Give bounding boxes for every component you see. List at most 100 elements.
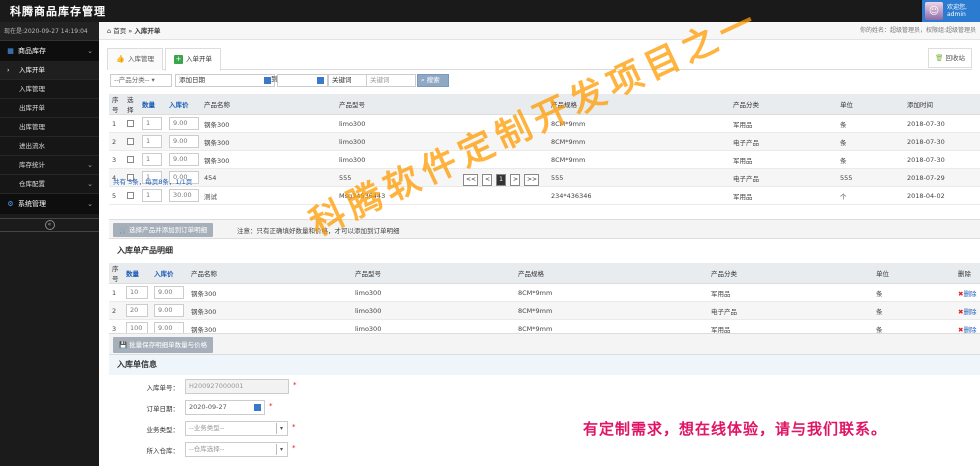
cart-icon: 🛒 <box>119 226 128 234</box>
page-last[interactable]: >> <box>524 174 539 186</box>
price-input[interactable]: 9.00 <box>154 286 184 299</box>
sidebar-item-stock-in-manage[interactable]: 入库管理 <box>0 80 99 99</box>
product-category: 电子产品 <box>708 301 873 320</box>
app-title: 科腾商品库存管理 <box>10 5 106 18</box>
order-info-title: 入库单信息 <box>117 360 157 369</box>
product-unit: 条 <box>837 150 904 169</box>
price-input[interactable]: 9.00 <box>169 153 199 166</box>
chevron-down-icon: ▾ <box>276 423 286 434</box>
sidebar-item-stock-out-order[interactable]: 出库开单 <box>0 99 99 118</box>
sidebar-item-stock-out-manage[interactable]: 出库管理 <box>0 118 99 137</box>
row-checkbox[interactable] <box>127 120 134 127</box>
tab-stock-in-manage[interactable]: 👍 入库管理 <box>107 48 163 70</box>
tab-stock-in-order[interactable]: + 入单开单 <box>165 48 221 71</box>
keyword-input[interactable]: 关键词 <box>366 74 416 87</box>
qty-input[interactable]: 1 <box>142 153 162 166</box>
add-to-order-button[interactable]: 🛒 选择产品并添加到订单明细 <box>113 223 214 237</box>
price-input[interactable]: 9.00 <box>154 304 184 317</box>
product-category: 军用品 <box>708 283 873 302</box>
calendar-icon <box>317 77 324 84</box>
table-row: 1 10 9.00 钢条300 limo300 8CM*9mm 军用品条 ✖删除 <box>109 283 980 302</box>
breadcrumb-home[interactable]: 首页 <box>113 27 126 35</box>
product-date: 2018-07-30 <box>904 150 980 169</box>
delete-button[interactable]: ✖删除 <box>958 290 976 298</box>
promo-text: 有定制需求，想在线体验，请与我们联系。 <box>583 420 888 438</box>
product-category: 电子产品 <box>730 132 837 151</box>
user-role-info: 你的姓名：超级管理员，权限组:超级管理员 <box>859 27 976 34</box>
price-input[interactable]: 9.00 <box>169 135 199 148</box>
detail-title: 入库单产品明细 <box>117 246 173 255</box>
user-panel[interactable]: ☺ 欢迎您, admin <box>922 0 980 22</box>
row-no: 5 <box>109 186 124 205</box>
product-date: 2018-07-30 <box>904 132 980 151</box>
product-spec: 234*436346 <box>548 186 730 205</box>
chevron-down-icon: ▾ <box>276 444 286 455</box>
sidebar-item-stock-in-order[interactable]: 入库开单 <box>0 61 99 80</box>
batch-save-button[interactable]: 💾 批量保存明细单数量与价格 <box>113 337 214 353</box>
gear-icon: ⚙ <box>7 200 14 208</box>
sidebar-item-warehouse[interactable]: 仓库配置 ⌄ <box>0 175 99 194</box>
order-date-field[interactable]: 2020-09-27 <box>185 400 265 415</box>
product-date: 2018-07-30 <box>904 114 980 133</box>
price-input[interactable]: 30.00 <box>169 189 199 202</box>
biz-type-select[interactable]: --业务类型-- ▾ <box>185 421 288 436</box>
product-unit: 条 <box>873 301 955 320</box>
product-category: 军用品 <box>730 114 837 133</box>
search-icon: ⌕ <box>421 76 425 84</box>
recycle-button[interactable]: 🗑 回收站 <box>928 48 972 68</box>
row-checkbox[interactable] <box>127 156 134 163</box>
product-name: 钢条300 <box>201 150 336 169</box>
qty-input[interactable]: 1 <box>142 135 162 148</box>
date-start-field[interactable]: 添加日期 <box>175 74 275 87</box>
product-spec: 8CM*9mm <box>515 283 708 302</box>
warehouse-row: 所入仓库： --仓库选择-- ▾ * <box>146 442 296 457</box>
search-button[interactable]: ⌕ 搜索 <box>417 74 449 87</box>
product-spec: 8CM*9mm <box>515 301 708 320</box>
product-category: 军用品 <box>730 150 837 169</box>
row-no: 1 <box>109 114 124 133</box>
page-next[interactable]: > <box>510 174 520 186</box>
row-no: 1 <box>109 283 123 302</box>
sidebar-item-stats[interactable]: 库存统计 ⌄ <box>0 156 99 175</box>
chevron-down-icon: ⌄ <box>87 47 93 55</box>
product-name: 钢条300 <box>188 283 352 302</box>
collapse-icon: « <box>44 220 55 230</box>
page-summary: 共有 5条，每页8条，1/1页 <box>113 178 193 186</box>
save-strip: 💾 批量保存明细单数量与价格 <box>109 333 980 355</box>
qty-input[interactable]: 20 <box>126 304 148 317</box>
order-info-header: 入库单信息 <box>109 355 980 375</box>
product-name: 钢条300 <box>201 114 336 133</box>
product-spec: 8CM*9mm <box>548 150 730 169</box>
chevron-down-icon: ⌄ <box>87 180 93 188</box>
table-row: 5 1 30.00 测试 Msg34536443 234*436346 军用品个 2018-0… <box>109 186 980 205</box>
product-unit: 个 <box>837 186 904 205</box>
price-input[interactable]: 9.00 <box>169 117 199 130</box>
qty-input[interactable]: 1 <box>142 189 162 202</box>
avatar[interactable]: ☺ <box>925 2 943 20</box>
top-bar: 科腾商品库存管理 ☺ 欢迎您, admin <box>0 0 980 22</box>
page-prev[interactable]: < <box>482 174 492 186</box>
detail-table: 序号 数量 入库价 产品名称 产品型号 产品规格 产品分类 单位 删除 1 10 9… <box>109 263 980 338</box>
row-checkbox[interactable] <box>127 138 134 145</box>
menu-group-system[interactable]: ⚙ 系统管理 ⌄ <box>0 194 99 214</box>
date-end-field[interactable] <box>277 74 328 87</box>
category-select[interactable]: --产品分类-- ▾ <box>110 74 172 87</box>
warehouse-select[interactable]: --仓库选择-- ▾ <box>185 442 288 457</box>
grid-icon: ▦ <box>7 47 14 55</box>
qty-input[interactable]: 1 <box>142 117 162 130</box>
row-no: 2 <box>109 301 123 320</box>
add-strip: 🛒 选择产品并添加到订单明细 注意：只有正确填好数量和价格，才可以添加到订单明细 <box>109 219 980 239</box>
sidebar-collapse[interactable]: « <box>0 218 99 232</box>
save-icon: 💾 <box>119 341 128 349</box>
product-date: 2018-04-02 <box>904 186 980 205</box>
product-name: 钢条300 <box>188 301 352 320</box>
breadcrumb-current: 入库开单 <box>134 27 161 35</box>
qty-input[interactable]: 10 <box>126 286 148 299</box>
delete-button[interactable]: ✖删除 <box>958 308 976 316</box>
menu-group-inventory[interactable]: ▦ 商品库存 ⌄ <box>0 41 99 61</box>
order-no-field[interactable]: H200927000001 <box>185 379 289 394</box>
row-checkbox[interactable] <box>127 192 134 199</box>
breadcrumb: ⌂ 首页 » 入库开单 你的姓名：超级管理员，权限组:超级管理员 <box>99 22 980 40</box>
sidebar-item-flow[interactable]: 进出流水 <box>0 137 99 156</box>
page-current[interactable]: 1 <box>496 174 506 186</box>
